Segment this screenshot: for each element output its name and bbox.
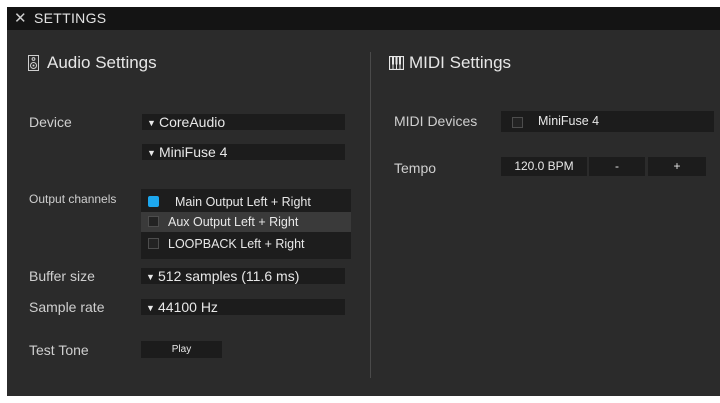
buffer-size-value: 512 samples (11.6 ms) xyxy=(158,268,300,284)
sample-rate-label: Sample rate xyxy=(29,299,105,315)
sample-rate-dropdown[interactable]: ▼ 44100 Hz xyxy=(141,299,345,315)
play-button[interactable]: Play xyxy=(141,341,222,358)
midi-devices-label: MIDI Devices xyxy=(394,113,478,129)
speaker-icon xyxy=(28,55,39,76)
caret-down-icon: ▼ xyxy=(146,272,155,282)
test-tone-label: Test Tone xyxy=(29,342,89,358)
channel-row-loopback[interactable]: LOOPBACK Left + Right xyxy=(141,234,351,254)
output-channels-label: Output channels xyxy=(29,192,117,206)
device-value: CoreAudio xyxy=(159,114,226,130)
window-title: SETTINGS xyxy=(34,10,107,26)
tempo-label: Tempo xyxy=(394,160,437,176)
tempo-decrement-button[interactable]: - xyxy=(589,157,645,176)
midi-device-checkbox[interactable] xyxy=(512,117,523,128)
channel-row-aux[interactable]: Aux Output Left + Right xyxy=(141,212,351,232)
tempo-increment-button[interactable]: + xyxy=(648,157,706,176)
close-icon[interactable]: ✕ xyxy=(14,9,27,28)
midi-device-name: MiniFuse 4 xyxy=(538,114,600,128)
midi-device-row[interactable]: MiniFuse 4 xyxy=(501,111,714,132)
device-label: Device xyxy=(29,114,72,130)
buffer-size-dropdown[interactable]: ▼ 512 samples (11.6 ms) xyxy=(141,268,345,284)
caret-down-icon: ▼ xyxy=(147,118,156,128)
caret-down-icon: ▼ xyxy=(146,303,155,313)
sample-rate-value: 44100 Hz xyxy=(158,299,218,315)
piano-keys-icon xyxy=(388,55,405,75)
output-channels-list: Main Output Left + Right Aux Output Left… xyxy=(141,189,351,259)
device-dropdown[interactable]: ▼ CoreAudio xyxy=(142,114,345,130)
buffer-size-label: Buffer size xyxy=(29,268,95,284)
channel-checkbox-loopback[interactable] xyxy=(148,238,159,249)
channel-checkbox-aux[interactable] xyxy=(148,216,159,227)
tempo-value-field[interactable]: 120.0 BPM xyxy=(501,157,587,176)
caret-down-icon: ▼ xyxy=(147,148,156,158)
settings-panel: ✕ SETTINGS Audio Settings Device ▼ CoreAu… xyxy=(7,7,720,396)
subdevice-value: MiniFuse 4 xyxy=(159,144,228,160)
audio-settings-title: Audio Settings xyxy=(47,53,157,72)
channel-label: Main Output Left + Right xyxy=(175,195,311,209)
channel-label: LOOPBACK Left + Right xyxy=(168,237,305,251)
channel-row-main[interactable]: Main Output Left + Right xyxy=(141,192,351,212)
section-divider xyxy=(370,52,371,378)
subdevice-dropdown[interactable]: ▼ MiniFuse 4 xyxy=(142,144,345,160)
title-bar: ✕ SETTINGS xyxy=(7,7,720,30)
channel-checkbox-main[interactable] xyxy=(148,196,159,207)
channel-label: Aux Output Left + Right xyxy=(168,215,299,229)
midi-settings-title: MIDI Settings xyxy=(409,53,512,72)
